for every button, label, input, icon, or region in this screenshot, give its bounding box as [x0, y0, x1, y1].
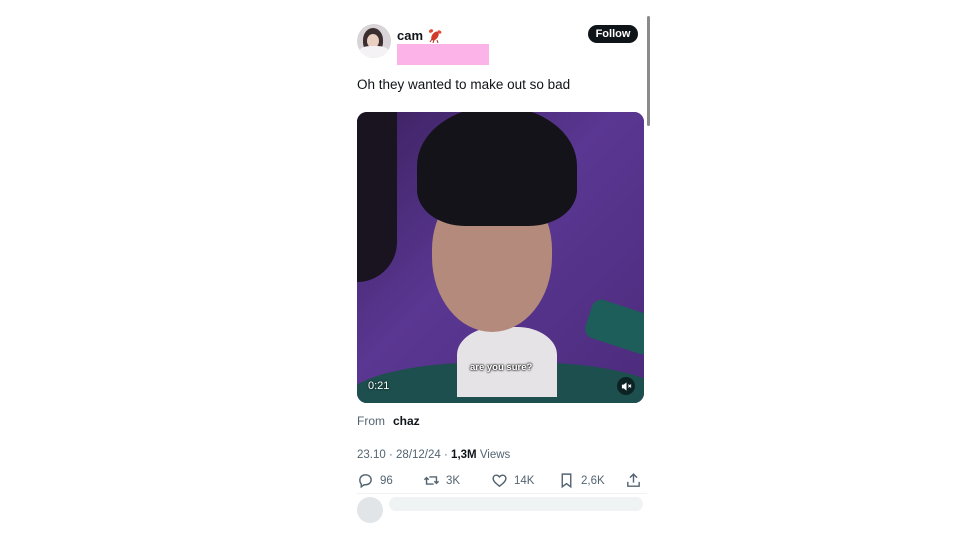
bookmark-icon [561, 473, 572, 489]
tweet-text: Oh they wanted to make out so bad [357, 77, 571, 92]
tweet: cam Follow Oh they wanted to make out so… [357, 0, 647, 551]
reply-avatar [357, 497, 383, 523]
meta-separator: · [444, 449, 448, 461]
video-caption: are you sure? [470, 362, 533, 373]
repost-icon [423, 476, 440, 485]
reply-count: 96 [380, 474, 393, 487]
user-name-row[interactable]: cam [397, 26, 443, 44]
display-name[interactable]: cam [397, 28, 423, 43]
tweet-meta: 23.10 · 28/12/24 · 1,3M Views [357, 449, 510, 461]
bookmark-count: 2,6K [581, 474, 605, 487]
views-count: 1,3M [451, 449, 477, 461]
video-attribution: From chaz [357, 414, 420, 428]
reply-composer [357, 497, 647, 523]
views-label: Views [479, 449, 511, 461]
mute-icon [621, 381, 631, 391]
meta-separator: · [388, 449, 393, 461]
share-icon [627, 473, 640, 487]
reply-input[interactable] [389, 497, 643, 511]
like-count: 14K [514, 474, 535, 487]
tweet-time[interactable]: 23.10 [357, 449, 386, 461]
repost-button[interactable]: 3K [423, 472, 460, 489]
video-player[interactable]: are you sure? 0:21 [357, 112, 644, 403]
avatar[interactable] [357, 24, 391, 58]
bookmark-button[interactable]: 2,6K [558, 472, 605, 489]
action-bar: 96 3K 14K 2,6K [357, 472, 645, 492]
follow-button[interactable]: Follow [588, 25, 638, 43]
like-icon [492, 474, 507, 488]
redacted-username [397, 44, 489, 65]
reply-button[interactable]: 96 [357, 472, 393, 489]
attribution-prefix: From [357, 414, 385, 428]
share-button[interactable] [625, 472, 642, 489]
reply-icon [359, 474, 372, 489]
attribution-source-link[interactable]: chaz [393, 414, 420, 428]
tweet-date[interactable]: 28/12/24 [396, 449, 441, 461]
like-button[interactable]: 14K [491, 472, 534, 489]
divider [357, 493, 647, 494]
video-duration: 0:21 [368, 380, 390, 392]
repost-count: 3K [446, 474, 461, 487]
scrollbar[interactable] [647, 16, 650, 126]
lobster-emoji-icon [428, 29, 442, 43]
mute-button[interactable] [617, 377, 635, 395]
